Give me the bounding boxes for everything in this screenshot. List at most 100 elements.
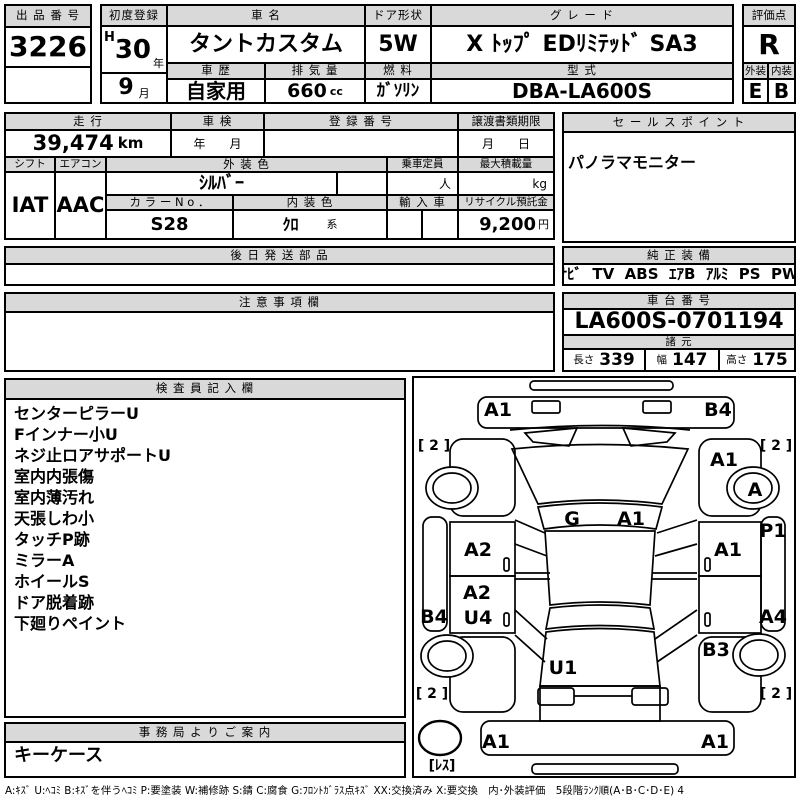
damage-label: [ﾚｽ] <box>429 758 456 774</box>
color-no-value: S28 <box>107 211 234 238</box>
interior-grade-header: 内装 <box>769 64 794 80</box>
shift-value: IAT <box>6 173 56 238</box>
int-color-header: 内 装 色 <box>234 196 388 211</box>
vehicle-header-box: 初度登録 車 名 ドア形状 グ レ ー ド H 30 年 タントカスタム 5W … <box>100 4 734 104</box>
displacement-unit: cc <box>329 84 343 98</box>
transfer-deadline-header: 譲渡書類期限 <box>459 114 553 131</box>
import-header: 輸 入 車 <box>388 196 459 211</box>
inspector-note: Fインナー小U <box>14 425 118 444</box>
displacement-header: 排 気 量 <box>266 64 366 80</box>
score-header: 評価点 <box>744 6 794 27</box>
damage-label: [ 2 ] <box>760 686 792 702</box>
chassis-header: 車 台 番 号 <box>564 294 794 310</box>
recycle-unit: 円 <box>538 218 549 231</box>
door-shape-header: ドア形状 <box>366 6 432 27</box>
spec-height-cell: 高さ 175 <box>720 350 794 370</box>
inspection-value: 年 月 <box>172 131 265 158</box>
aircon-value: AAC <box>56 173 107 238</box>
color-no-header: カ ラ ー N o ． <box>107 196 234 211</box>
inspector-note: ミラーA <box>14 551 75 570</box>
mileage-unit: km <box>117 134 144 152</box>
windshield <box>510 443 690 505</box>
car-damage-diagram: A1 B4 [ 2 ] [ 2 ] A1 A G A1 P1 A2 A1 A2 B4 U4 A4 B3 U1 [ … <box>416 380 792 775</box>
sales-point-box: セ ー ル ス ポ イ ン ト パノラマモニター <box>562 112 796 243</box>
lot-box: 出 品 番 号 3226 <box>4 4 92 104</box>
aircon-header: エアコン <box>56 158 107 173</box>
max-load-header: 最大積載量 <box>459 158 553 173</box>
first-reg-year-unit: 年 <box>153 57 165 70</box>
car-name-header: 車 名 <box>168 6 366 27</box>
damage-label: A1 <box>617 508 645 530</box>
rear-bumper <box>480 720 735 756</box>
office-header: 事 務 局 よ り ご 案 内 <box>6 724 404 743</box>
registration-value <box>265 131 459 158</box>
recycle-header: リサイクル預託金 <box>459 196 553 211</box>
damage-label: A2 <box>463 582 491 604</box>
recycle-value: 9,200 <box>479 213 536 235</box>
spec-length-label: 長さ <box>573 353 595 366</box>
damage-label: U4 <box>464 607 493 629</box>
rear-hatch <box>539 685 661 722</box>
damage-code-legend: A:ｷｽﾞ U:ﾍｺﾐ B:ｷｽﾞを伴うﾍｺﾐ P:要塗装 W:補修跡 S:錆 … <box>5 785 685 797</box>
spec-length-value: 339 <box>599 350 635 370</box>
sales-point-value: パノラマモニター <box>568 153 697 172</box>
inspector-note: タッチP跡 <box>14 530 90 549</box>
caution-box: 注 意 事 項 欄 <box>4 292 555 372</box>
damage-label: G <box>564 508 580 530</box>
fuel-header: 燃 料 <box>366 64 432 80</box>
spec-height-value: 175 <box>752 350 788 370</box>
ext-color-header: 外 装 色 <box>107 158 388 173</box>
left-door-gap-lines <box>515 572 550 580</box>
max-load-unit: kg <box>459 173 553 196</box>
left-tail-lamp <box>537 687 575 706</box>
equipment-header: 純 正 装 備 <box>564 248 794 265</box>
later-parts-box: 後 日 発 送 部 品 <box>4 246 555 286</box>
lot-empty-cell <box>6 68 90 102</box>
damage-label: A2 <box>464 539 492 561</box>
damage-label: [ 2 ] <box>416 686 448 702</box>
lot-number: 3226 <box>6 28 90 68</box>
fuel-value: ｶﾞｿﾘﾝ <box>366 80 432 102</box>
first-reg-month: 9 <box>118 75 134 100</box>
score-value: R <box>744 27 794 64</box>
first-reg-month-unit: 月 <box>138 87 150 100</box>
chassis-box: 車 台 番 号 LA600S-0701194 諸 元 長さ 339 幅 147 … <box>562 292 796 372</box>
later-parts-header: 後 日 発 送 部 品 <box>6 248 553 265</box>
import-cell-1 <box>388 211 423 238</box>
lot-header: 出 品 番 号 <box>6 6 90 28</box>
history-value: 自家用 <box>168 80 266 102</box>
spec-length-cell: 長さ 339 <box>564 350 646 370</box>
mileage-value-cell: 39,474 km <box>6 131 172 158</box>
damage-label: A <box>748 479 763 501</box>
int-color-value: ｸﾛ <box>282 214 299 234</box>
damage-label: A1 <box>482 731 510 753</box>
model-value: DBA-LA600S <box>512 80 652 102</box>
office-value: キーケース <box>14 745 104 766</box>
left-wiper <box>523 427 579 447</box>
model-header: 型 式 <box>432 64 732 80</box>
right-rear-door <box>698 575 762 634</box>
mileage-value: 39,474 <box>32 131 114 155</box>
spec-width-value: 147 <box>672 350 708 370</box>
damage-label: B4 <box>420 606 448 628</box>
inspector-notes: センターピラーU Fインナー小U ネジ止ロアサポートU 室内内張傷 室内薄汚れ 天張しわ小… <box>6 400 404 716</box>
right-tail-lamp <box>631 687 669 706</box>
exterior-grade-header: 外装 <box>744 64 769 80</box>
inspector-note: 室内内張傷 <box>14 467 95 486</box>
front-bumper <box>477 396 735 429</box>
inspector-header: 検 査 員 記 入 欄 <box>6 380 404 400</box>
chassis-value: LA600S-0701194 <box>564 310 794 336</box>
equipment-box: 純 正 装 備 ﾅﾋﾞ TV ABS ｴｱB ｱﾙﾐ PS PW <box>562 246 796 286</box>
int-color-value-cell: ｸﾛ 系 <box>234 211 388 238</box>
ext-color-value: ｼﾙﾊﾞｰ <box>107 173 338 196</box>
door-shape-value: 5W <box>366 27 432 64</box>
first-reg-header: 初度登録 <box>102 6 168 27</box>
import-cell-2 <box>423 211 459 238</box>
caution-value <box>6 313 553 370</box>
right-wiper <box>621 427 677 447</box>
transfer-deadline-value: 月 日 <box>459 131 553 158</box>
later-parts-value <box>6 265 553 284</box>
first-reg-era: H <box>103 30 115 45</box>
ext-color-empty-cell <box>338 173 388 196</box>
history-header: 車 歴 <box>168 64 266 80</box>
